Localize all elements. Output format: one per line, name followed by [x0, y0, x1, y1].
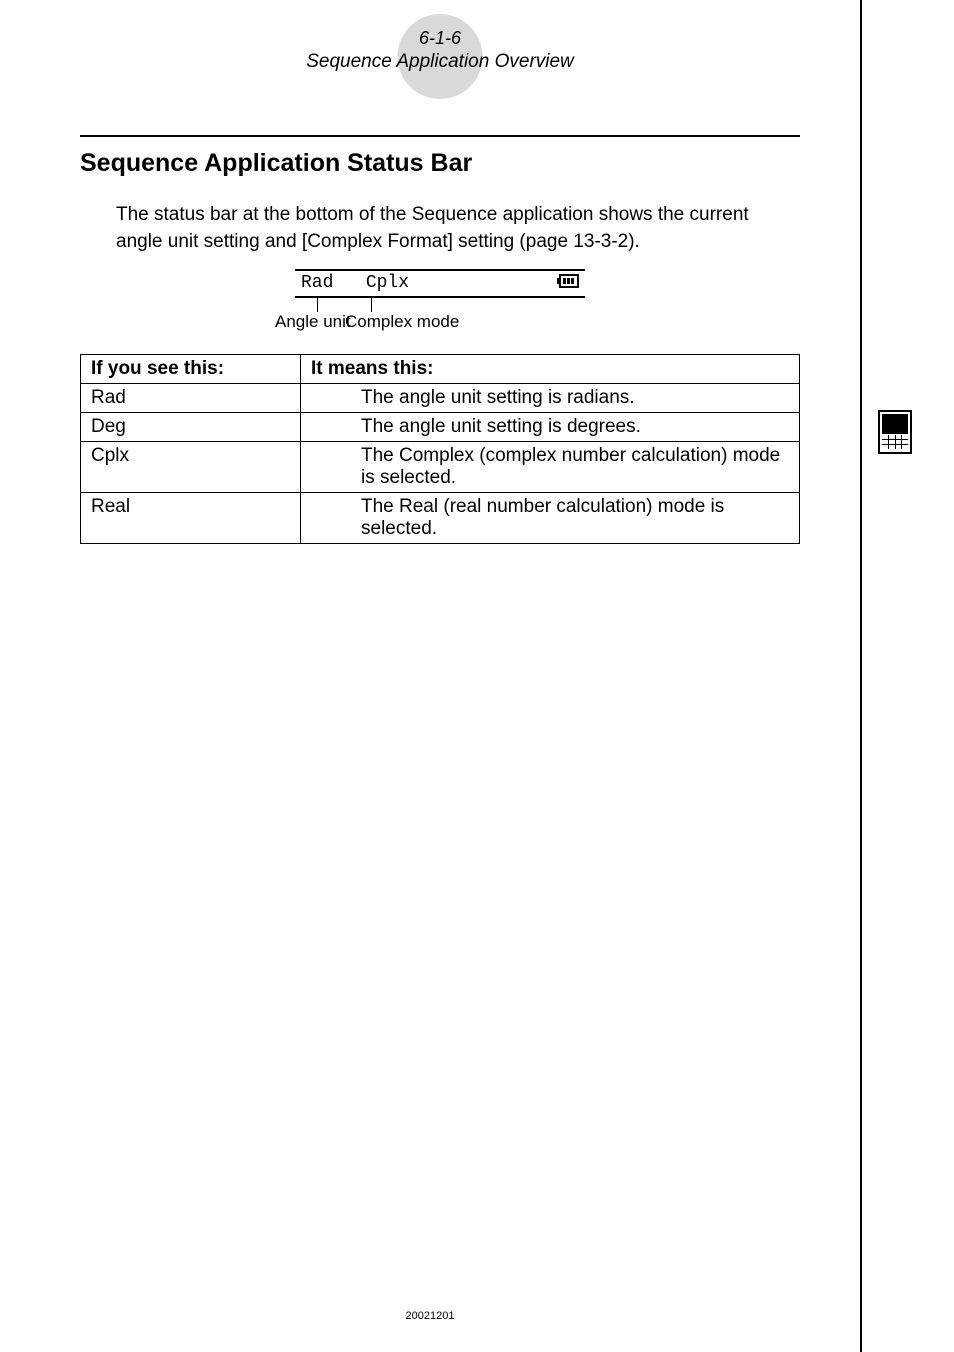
section-title: Sequence Application Status Bar	[80, 149, 800, 178]
statusbar-illustration: Rad Cplx Angle unit Complex mode	[80, 269, 800, 338]
table-header-left: If you see this:	[81, 355, 301, 384]
section-intro: The status bar at the bottom of the Sequ…	[80, 202, 800, 255]
callout-line-2	[371, 298, 372, 312]
battery-icon	[557, 274, 579, 294]
table-row: Cplx The Complex (complex number calcula…	[81, 442, 800, 493]
page-footer: 20021201	[0, 1310, 860, 1322]
statusbar-angle-unit: Rad	[301, 273, 333, 293]
callout-angle-unit: Angle unit	[275, 312, 351, 332]
callout-line-1	[317, 298, 318, 312]
calculator-icon-keys	[882, 435, 908, 449]
table-row: Rad The angle unit setting is radians.	[81, 384, 800, 413]
statusbar-complex-mode: Cplx	[366, 273, 409, 293]
page-code: 6-1-6	[80, 28, 800, 51]
table-cell-key: Cplx	[81, 442, 301, 493]
table-cell-key: Rad	[81, 384, 301, 413]
page-subtitle: Sequence Application Overview	[80, 51, 800, 73]
table-header-right: It means this:	[301, 355, 800, 384]
calculator-icon-screen	[882, 414, 908, 434]
section-rule	[80, 135, 800, 137]
status-legend-table: If you see this: It means this: Rad The …	[80, 354, 800, 544]
table-cell-key: Real	[81, 493, 301, 544]
table-cell-key: Deg	[81, 413, 301, 442]
table-cell-desc: The angle unit setting is radians.	[301, 384, 800, 413]
statusbar-callouts: Angle unit Complex mode	[295, 298, 585, 338]
table-cell-desc: The angle unit setting is degrees.	[301, 413, 800, 442]
callout-complex-mode: Complex mode	[345, 312, 459, 332]
table-cell-desc: The Real (real number calculation) mode …	[301, 493, 800, 544]
statusbar-box: Rad Cplx	[295, 269, 585, 298]
page-header: 6-1-6 Sequence Application Overview	[80, 0, 800, 103]
table-header-row: If you see this: It means this:	[81, 355, 800, 384]
table-row: Deg The angle unit setting is degrees.	[81, 413, 800, 442]
table-cell-desc: The Complex (complex number calculation)…	[301, 442, 800, 493]
table-row: Real The Real (real number calculation) …	[81, 493, 800, 544]
calculator-side-icon	[878, 410, 912, 454]
page: 6-1-6 Sequence Application Overview Sequ…	[0, 0, 862, 1352]
